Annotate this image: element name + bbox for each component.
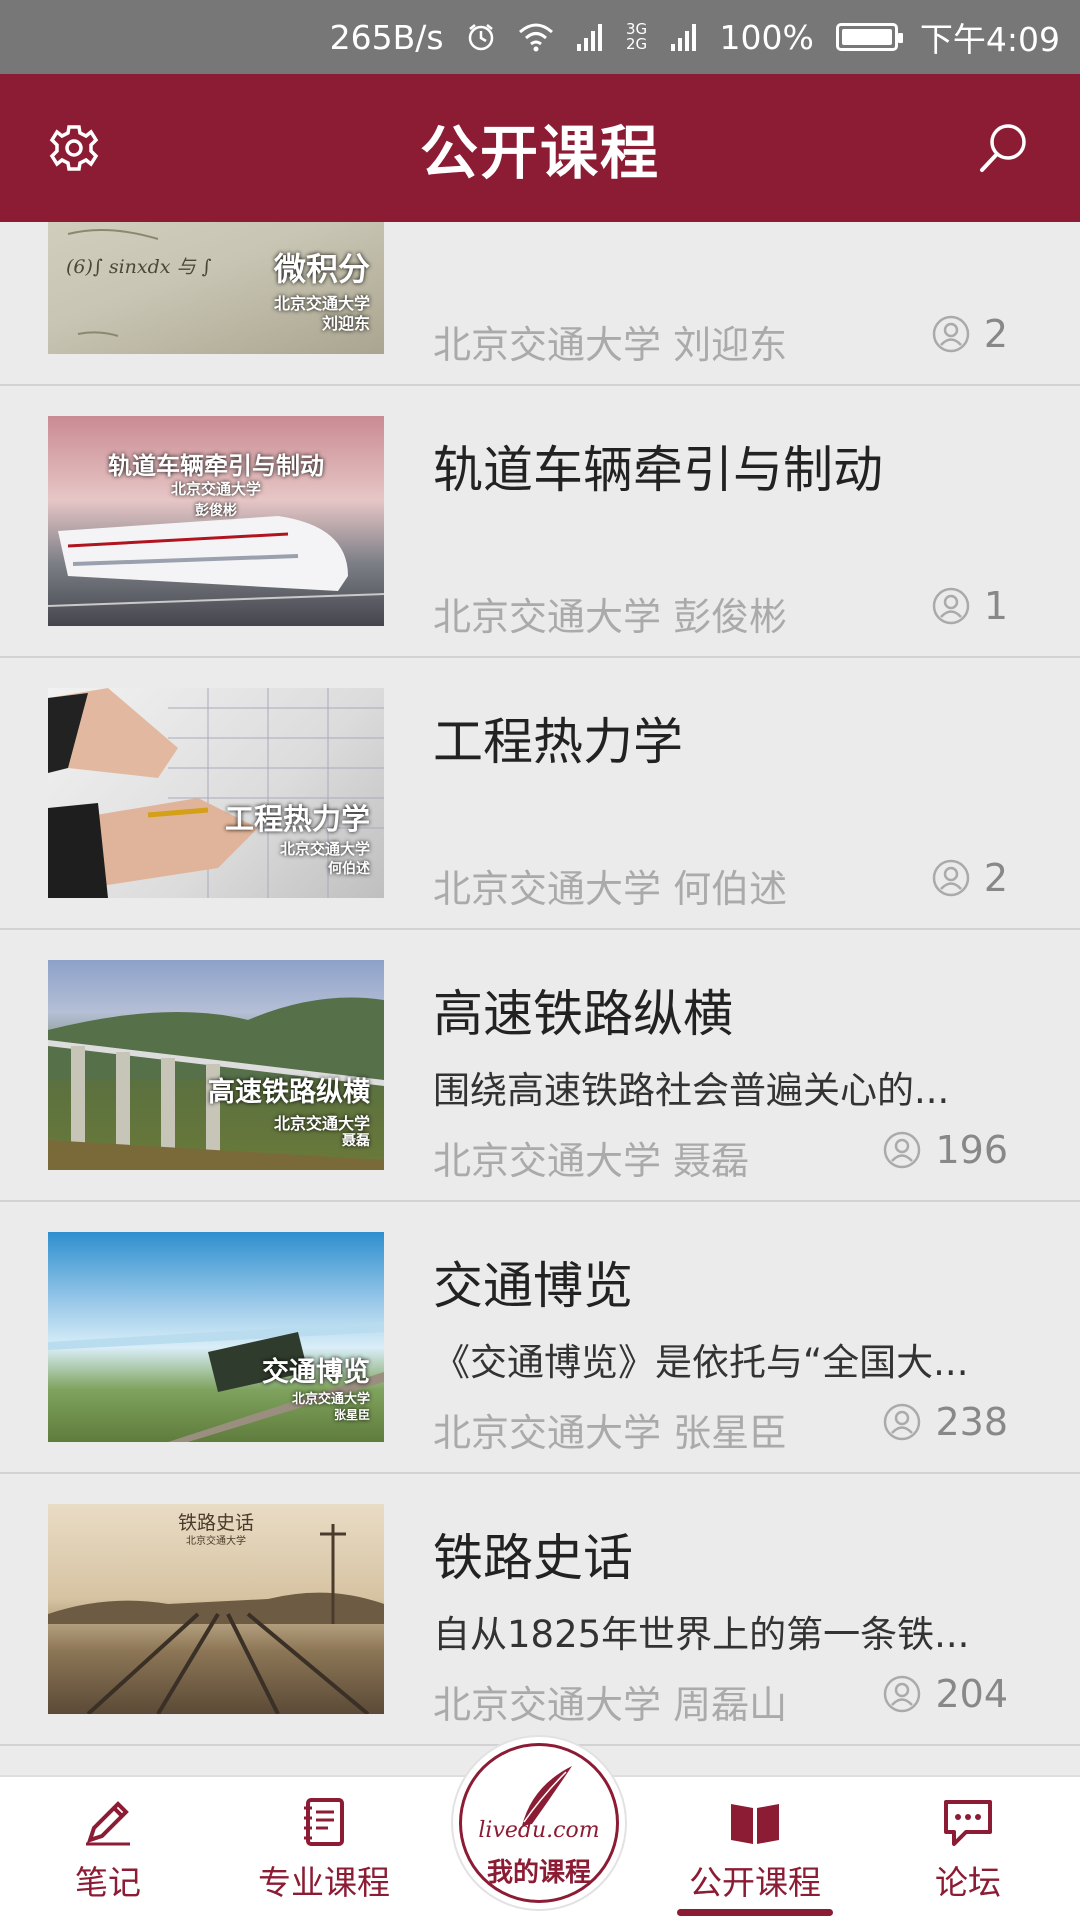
- course-description: 围绕高速铁路社会普遍关心的...: [433, 1069, 950, 1112]
- tab-public-courses-label: 公开课程: [689, 1863, 821, 1902]
- search-icon[interactable]: [974, 118, 1034, 178]
- notebook-icon: [304, 1798, 344, 1846]
- course-title: 轨道车辆牵引与制动: [433, 441, 883, 499]
- course-meta: 北京交通大学 张星臣: [433, 1411, 788, 1455]
- course-thumbnail: 轨道车辆牵引与制动 北京交通大学 彭俊彬: [48, 416, 384, 626]
- course-description: 《交通博览》是依托与“全国大...: [433, 1341, 969, 1384]
- signal-icon: [576, 22, 604, 52]
- thumb-school: 北京交通大学: [170, 480, 261, 498]
- tab-notes[interactable]: 笔记: [40, 1777, 176, 1920]
- thumb-school: 北京交通大学: [291, 1392, 370, 1407]
- course-title: 工程热力学: [433, 713, 683, 771]
- tab-major-courses-label: 专业课程: [258, 1863, 390, 1902]
- enroll-count-value: 238: [935, 1400, 1008, 1444]
- course-item[interactable]: 铁路史话 北京交通大学 铁路史话 自从1825年世界上的第一条铁... 北京交通…: [0, 1474, 1080, 1746]
- tab-major-courses[interactable]: 专业课程: [246, 1777, 402, 1920]
- enroll-count: 1: [932, 584, 1008, 628]
- course-meta: 北京交通大学 刘迎东: [433, 323, 788, 367]
- network-type: 3G 2G: [625, 20, 648, 53]
- course-thumbnail: 工程热力学 北京交通大学 何伯述: [48, 688, 384, 898]
- course-meta: 北京交通大学 聂磊: [433, 1139, 750, 1183]
- user-icon: [884, 1675, 921, 1713]
- bridge-image: [48, 997, 384, 1170]
- alarm-icon: [466, 22, 496, 52]
- course-item[interactable]: 工程热力学 北京交通大学 何伯述 工程热力学 北京交通大学 何伯述 2: [0, 658, 1080, 930]
- my-courses-label: 我的课程: [486, 1858, 591, 1888]
- status-bar: 265B/s 3G 2G 100% 下午4:09: [0, 0, 1080, 74]
- course-meta: 北京交通大学 彭俊彬: [433, 595, 788, 639]
- page-title: 公开课程: [419, 119, 660, 187]
- course-title: 高速铁路纵横: [433, 985, 733, 1043]
- enroll-count: 204: [883, 1672, 1008, 1716]
- course-meta: 北京交通大学 周磊山: [433, 1683, 788, 1727]
- thumb-title: 交通博览: [262, 1357, 370, 1388]
- network-speed: 265B/s: [329, 17, 444, 57]
- tab-forum-label: 论坛: [935, 1863, 1001, 1902]
- enroll-count: 238: [883, 1400, 1008, 1444]
- signal-icon-2: [670, 22, 698, 52]
- enroll-count-value: 204: [935, 1672, 1008, 1716]
- app-header: 公开课程: [0, 74, 1080, 222]
- course-thumbnail: (6)∫ sinxdx 与 ∫ 微积分 北京交通大学 刘迎东: [48, 222, 384, 354]
- course-list[interactable]: (6)∫ sinxdx 与 ∫ 微积分 北京交通大学 刘迎东 北京交通大学 刘迎…: [0, 222, 1080, 1775]
- thumb-formula: (6)∫ sinxdx 与 ∫: [66, 256, 212, 278]
- thumb-title: 微积分: [273, 250, 370, 288]
- enroll-count-value: 1: [983, 584, 1008, 628]
- thumb-title: 高速铁路纵横: [208, 1077, 370, 1108]
- user-icon: [884, 1131, 921, 1169]
- battery-icon: [835, 23, 903, 51]
- pencil-icon: [86, 1801, 130, 1846]
- battery-percent: 100%: [719, 17, 814, 57]
- thumb-title: 工程热力学: [224, 802, 370, 836]
- enroll-count: 2: [932, 312, 1008, 356]
- gear-icon[interactable]: [44, 118, 104, 178]
- thumb-teacher: 张星臣: [333, 1408, 370, 1422]
- thumb-title: 铁路史话: [177, 1512, 254, 1534]
- user-icon: [932, 315, 970, 353]
- thumb-title: 轨道车辆牵引与制动: [108, 452, 324, 480]
- course-item[interactable]: 高速铁路纵横 北京交通大学 聂磊 高速铁路纵横 围绕高速铁路社会普遍关心的...…: [0, 930, 1080, 1202]
- enroll-count: 2: [932, 856, 1008, 900]
- my-courses-button[interactable]: livedu.com 我的课程: [451, 1735, 627, 1911]
- course-meta: 北京交通大学 何伯述: [433, 867, 788, 911]
- clock: 下午4:09: [919, 20, 1060, 59]
- user-icon: [932, 859, 970, 897]
- tab-notes-label: 笔记: [75, 1863, 141, 1902]
- active-tab-indicator: [677, 1909, 833, 1916]
- course-item[interactable]: 轨道车辆牵引与制动 北京交通大学 彭俊彬 轨道车辆牵引与制动 北京交通大学 彭俊…: [0, 386, 1080, 658]
- open-book-icon: [731, 1804, 779, 1844]
- course-thumbnail: 高速铁路纵横 北京交通大学 聂磊: [48, 960, 384, 1170]
- thumb-school: 北京交通大学: [186, 1536, 246, 1547]
- enroll-count-value: 2: [983, 312, 1008, 356]
- thumb-teacher: 何伯述: [328, 861, 370, 877]
- course-thumbnail: 铁路史话 北京交通大学: [48, 1504, 384, 1714]
- enroll-count-value: 2: [983, 856, 1008, 900]
- quill-icon: [522, 1766, 572, 1826]
- course-item[interactable]: (6)∫ sinxdx 与 ∫ 微积分 北京交通大学 刘迎东 北京交通大学 刘迎…: [0, 222, 1080, 386]
- user-icon: [884, 1403, 921, 1441]
- enroll-count: 196: [883, 1128, 1008, 1172]
- thumb-school: 北京交通大学: [279, 840, 370, 858]
- chat-bubble-icon: [944, 1800, 992, 1846]
- tab-public-courses[interactable]: 公开课程: [677, 1777, 833, 1920]
- tab-forum[interactable]: 论坛: [900, 1777, 1036, 1920]
- user-icon: [932, 587, 970, 625]
- thumb-teacher: 刘迎东: [321, 314, 370, 333]
- thumb-teacher: 聂磊: [342, 1133, 370, 1149]
- course-title: 铁路史话: [433, 1529, 633, 1587]
- enroll-count-value: 196: [935, 1128, 1008, 1172]
- course-thumbnail: 交通博览 北京交通大学 张星臣: [48, 1232, 384, 1442]
- course-description: 自从1825年世界上的第一条铁...: [433, 1613, 970, 1656]
- thumb-teacher: 彭俊彬: [195, 503, 237, 519]
- course-title: 交通博览: [433, 1257, 633, 1315]
- site-logo-text: livedu.com: [478, 1818, 600, 1843]
- my-courses-badge: livedu.com 我的课程: [459, 1743, 619, 1903]
- wifi-icon: [518, 22, 554, 52]
- course-item[interactable]: 交通博览 北京交通大学 张星臣 交通博览 《交通博览》是依托与“全国大... 北…: [0, 1202, 1080, 1474]
